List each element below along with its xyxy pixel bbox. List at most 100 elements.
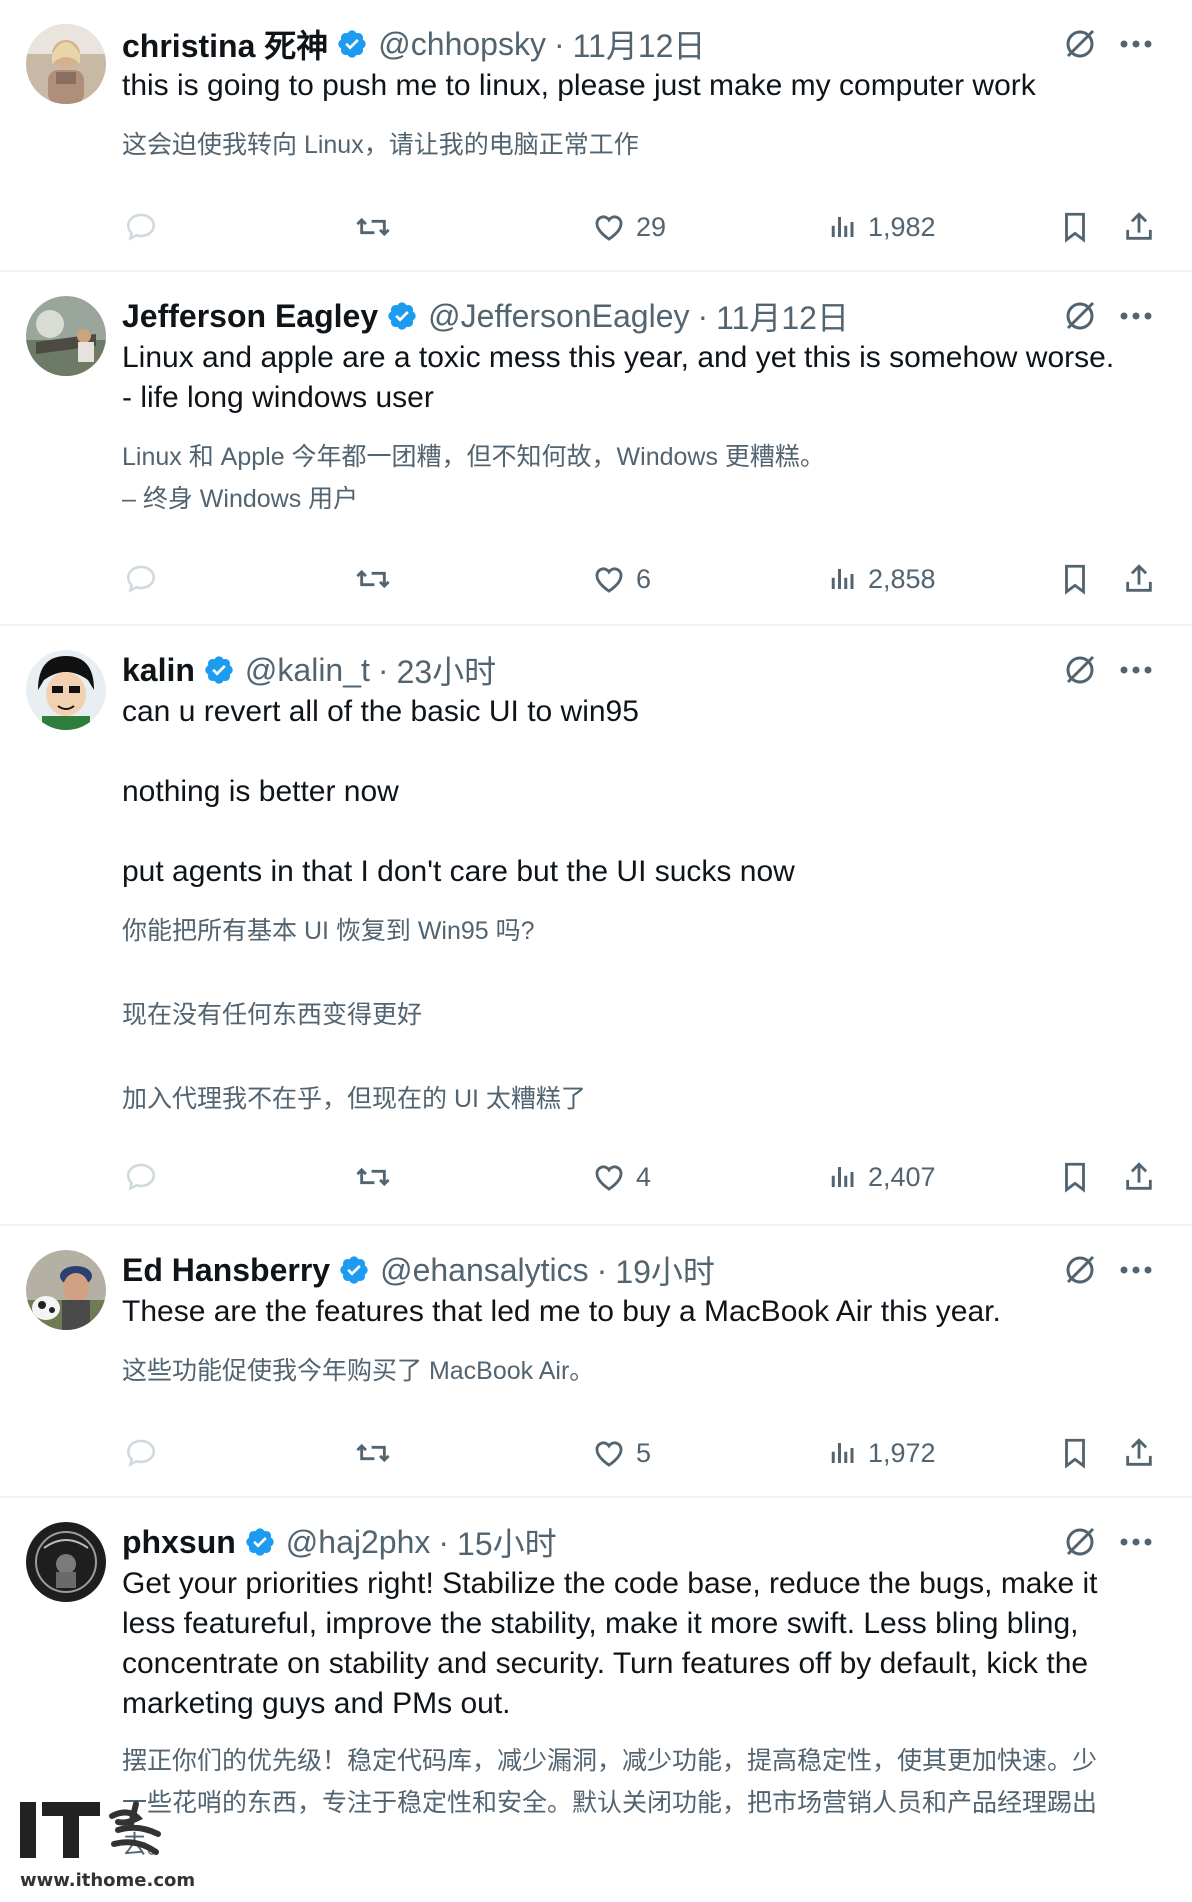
like-count: 6 — [636, 563, 652, 594]
reply-button[interactable] — [124, 554, 158, 604]
avatar[interactable] — [26, 1522, 106, 1602]
share-icon — [1126, 1162, 1152, 1190]
author-handle[interactable]: @haj2phx — [286, 1524, 431, 1561]
bookmark-icon — [1065, 564, 1085, 595]
retweet-button[interactable] — [354, 1152, 392, 1202]
avatar[interactable] — [26, 24, 106, 104]
retweet-icon — [356, 1443, 390, 1463]
retweet-icon — [356, 1167, 390, 1187]
views-button[interactable]: 1,972 — [828, 1428, 936, 1478]
view-count: 1,982 — [868, 211, 936, 242]
translation-line: Linux 和 Apple 今年都一团糟，但不知何故，Windows 更糟糕。 — [122, 443, 825, 471]
share-button[interactable] — [1122, 202, 1156, 252]
tweet-header: christina 死神 @chhopsky · 11月12日 — [122, 22, 705, 66]
tweet-translation: 摆正你们的优先级！稳定代码库，减少漏洞，减少功能，提高稳定性，使其更加快速。少 … — [122, 1740, 1152, 1866]
reply-icon — [126, 1439, 156, 1467]
author-handle[interactable]: @kalin_t — [245, 652, 370, 689]
views-icon — [831, 217, 854, 237]
bookmark-button[interactable] — [1058, 202, 1092, 252]
share-button[interactable] — [1122, 554, 1156, 604]
more-icon[interactable] — [1116, 24, 1156, 64]
author-handle[interactable]: @JeffersonEagley — [428, 298, 689, 335]
views-button[interactable]: 2,407 — [828, 1152, 936, 1202]
tweet[interactable]: christina 死神 @chhopsky · 11月12日 this is … — [0, 0, 1192, 272]
tweet-text-line: - life long windows user — [122, 381, 434, 414]
translation-line: 加入代理我不在乎，但现在的 UI 太糟糕了 — [122, 1085, 586, 1113]
views-button[interactable]: 1,982 — [828, 202, 936, 252]
share-button[interactable] — [1122, 1152, 1156, 1202]
grok-icon[interactable] — [1060, 1250, 1100, 1290]
like-button[interactable]: 29 — [592, 202, 666, 252]
grok-icon[interactable] — [1060, 24, 1100, 64]
tweet-actions: 4 2,407 — [0, 1152, 1192, 1202]
retweet-button[interactable] — [354, 1428, 392, 1478]
grok-icon[interactable] — [1060, 650, 1100, 690]
timestamp[interactable]: 11月12日 — [573, 21, 706, 67]
retweet-icon — [356, 569, 390, 589]
grok-icon[interactable] — [1060, 296, 1100, 336]
more-icon[interactable] — [1116, 650, 1156, 690]
author-handle[interactable]: @ehansalytics — [380, 1252, 589, 1289]
bookmark-button[interactable] — [1058, 554, 1092, 604]
tweet-text-line: Get your priorities right! Stabilize the… — [122, 1567, 1098, 1600]
bookmark-icon — [1065, 1438, 1085, 1469]
avatar[interactable] — [26, 1250, 106, 1330]
views-icon — [831, 569, 854, 589]
tweet[interactable]: kalin @kalin_t · 23小时 can u revert all o… — [0, 626, 1192, 1226]
avatar[interactable] — [26, 296, 106, 376]
verified-badge-icon — [336, 28, 368, 60]
reply-button[interactable] — [124, 202, 158, 252]
like-button[interactable]: 4 — [592, 1152, 651, 1202]
author-name[interactable]: phxsun — [122, 1524, 236, 1561]
tweet-translation: Linux 和 Apple 今年都一团糟，但不知何故，Windows 更糟糕。 … — [122, 436, 1152, 520]
retweet-icon — [356, 217, 390, 237]
view-count: 2,858 — [868, 563, 936, 594]
separator-dot: · — [438, 1523, 450, 1560]
tweet-text-line: concentrate on stability and security. T… — [122, 1647, 1089, 1680]
author-name[interactable]: kalin — [122, 652, 195, 689]
verified-badge-icon — [386, 300, 418, 332]
author-handle[interactable]: @chhopsky — [378, 26, 546, 63]
avatar[interactable] — [26, 650, 106, 730]
share-button[interactable] — [1122, 1428, 1156, 1478]
view-count: 2,407 — [868, 1161, 936, 1192]
bookmark-button[interactable] — [1058, 1152, 1092, 1202]
reply-button[interactable] — [124, 1152, 158, 1202]
timestamp[interactable]: 15小时 — [457, 1519, 557, 1565]
more-icon[interactable] — [1116, 1250, 1156, 1290]
translation-line: 去。 — [122, 1831, 173, 1859]
tweet[interactable]: Jefferson Eagley @JeffersonEagley · 11月1… — [0, 272, 1192, 626]
more-icon[interactable] — [1116, 1522, 1156, 1562]
author-name[interactable]: Jefferson Eagley — [122, 298, 378, 335]
timestamp[interactable]: 23小时 — [397, 647, 497, 693]
share-icon — [1126, 1438, 1152, 1466]
translation-line: 这些功能促使我今年购买了 MacBook Air。 — [122, 1357, 595, 1385]
tweet-actions: 29 1,982 — [0, 202, 1192, 252]
tweet[interactable]: Ed Hansberry @ehansalytics · 19小时 These … — [0, 1226, 1192, 1498]
retweet-button[interactable] — [354, 554, 392, 604]
timestamp[interactable]: 19小时 — [615, 1247, 715, 1293]
ithome-logo-icon — [20, 1801, 161, 1858]
bookmark-button[interactable] — [1058, 1428, 1092, 1478]
tweet-text-line: can u revert all of the basic UI to win9… — [122, 695, 639, 728]
timestamp[interactable]: 11月12日 — [716, 293, 849, 339]
like-count: 5 — [636, 1437, 652, 1468]
heart-icon — [595, 1165, 623, 1191]
retweet-button[interactable] — [354, 202, 392, 252]
ithome-watermark: www.ithome.com — [18, 1794, 198, 1898]
like-button[interactable]: 5 — [592, 1428, 651, 1478]
author-name[interactable]: Ed Hansberry — [122, 1252, 330, 1289]
translation-line: 摆正你们的优先级！稳定代码库，减少漏洞，减少功能，提高稳定性，使其更加快速。少 — [122, 1747, 1098, 1775]
verified-badge-icon — [203, 654, 235, 686]
like-count: 29 — [636, 211, 667, 242]
tweet-text-line: These are the features that led me to bu… — [122, 1295, 1001, 1328]
reply-button[interactable] — [124, 1428, 158, 1478]
share-icon — [1126, 564, 1152, 592]
separator-dot: · — [553, 25, 565, 62]
views-button[interactable]: 2,858 — [828, 554, 936, 604]
reply-icon — [126, 213, 156, 241]
like-button[interactable]: 6 — [592, 554, 651, 604]
more-icon[interactable] — [1116, 296, 1156, 336]
grok-icon[interactable] — [1060, 1522, 1100, 1562]
author-name[interactable]: christina 死神 — [122, 21, 328, 67]
